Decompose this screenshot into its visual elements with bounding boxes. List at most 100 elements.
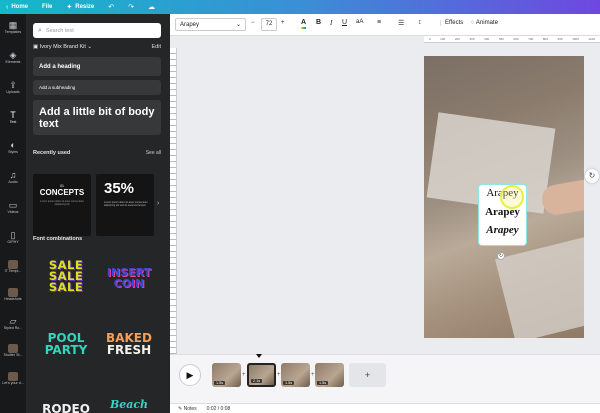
- font-combo-baked-fresh[interactable]: BAKED FRESH: [99, 332, 159, 356]
- recent-template-percent[interactable]: 35% Lorem ipsum dolor sit amet consectet…: [96, 174, 154, 236]
- recent-template-concepts[interactable]: 01 CONCEPTS Lorem ipsum dolor sit amet c…: [33, 174, 91, 236]
- font-combo-sale[interactable]: SALE SALE SALE: [36, 259, 96, 293]
- sidebar-item-giphy[interactable]: ▯ GIPHY: [0, 230, 26, 245]
- bottom-bar: ✎ Notes 0:02 / 0:08: [170, 403, 600, 413]
- bold-button[interactable]: B: [316, 19, 321, 26]
- search-input[interactable]: [45, 27, 156, 34]
- effects-button[interactable]: Effects: [440, 20, 463, 26]
- app-thumbnail: [8, 260, 18, 269]
- sparkle-icon: ✦: [66, 4, 73, 11]
- font-combinations-label: Font combinations: [33, 236, 83, 242]
- add-heading-button[interactable]: Add a heading: [33, 57, 161, 76]
- timeline: ▶ 1.5s + 2.1s + 1.5s + 1.5s +: [170, 354, 600, 403]
- notes-button[interactable]: ✎ Notes: [178, 406, 197, 412]
- sidebar-item-styled[interactable]: ▱ Styled Ro...: [0, 316, 26, 331]
- text-line[interactable]: Arapey: [479, 224, 526, 236]
- font-combo-beach[interactable]: Beach: [99, 399, 159, 410]
- resize-button[interactable]: ✦ Resize: [66, 3, 94, 11]
- ruler-top: 0 100 200 300 400 500 600 700 800 900 10…: [424, 36, 600, 43]
- music-icon: ♫: [9, 170, 17, 180]
- video-icon: ▭: [8, 200, 18, 210]
- chevron-right-icon[interactable]: ›: [157, 200, 159, 207]
- combo-line: FRESH: [106, 343, 152, 357]
- timeline-clip[interactable]: 1.5s: [212, 363, 241, 387]
- font-size-input[interactable]: 72: [261, 18, 277, 31]
- sidebar-item-videos[interactable]: ▭ Videos: [0, 200, 26, 215]
- text-panel: ⌕ ▣ Ivory Mix Brand Kit ⌄ Edit Add a hea…: [26, 14, 195, 413]
- timeline-clip[interactable]: 1.5s: [315, 363, 344, 387]
- sidebar-item-label: Styled Ro...: [3, 326, 23, 330]
- sidebar-item-label: Text: [9, 120, 17, 124]
- add-body-text-button[interactable]: Add a little bit of body text: [33, 100, 161, 135]
- ruler-tick: 1000: [572, 37, 579, 41]
- ruler-tick: 700: [528, 37, 534, 41]
- play-icon: ▶: [186, 370, 194, 380]
- sidebar-item-templates-app[interactable]: IT Templ...: [0, 260, 26, 274]
- align-center-icon[interactable]: ≡: [377, 19, 381, 26]
- sidebar-item-uploads[interactable]: ⇪ Uploads: [0, 80, 26, 95]
- redo-icon: ↷: [128, 4, 134, 11]
- brand-kit-selector[interactable]: ▣ Ivory Mix Brand Kit ⌄: [33, 44, 92, 50]
- combo-line: PARTY: [44, 343, 88, 357]
- sidebar-item-audio[interactable]: ♫ Audio: [0, 170, 26, 185]
- add-page-button[interactable]: +: [349, 363, 386, 387]
- redo-button[interactable]: ↷: [128, 3, 134, 11]
- cloud-icon: ☁: [148, 4, 155, 11]
- sidebar-item-more[interactable]: Let's your d...: [0, 372, 26, 386]
- background-photo-paper: [495, 235, 584, 338]
- undo-button[interactable]: ↶: [108, 3, 114, 11]
- font-family-dropdown[interactable]: Arapey ⌄: [175, 18, 246, 31]
- playhead-marker[interactable]: [256, 354, 262, 358]
- sidebar-item-headshots[interactable]: Headshots: [0, 288, 26, 302]
- rotate-handle-icon[interactable]: ↻: [497, 252, 505, 260]
- increase-font-size-button[interactable]: +: [281, 20, 285, 26]
- add-transition-icon[interactable]: +: [311, 372, 315, 378]
- underline-button[interactable]: U: [342, 19, 347, 26]
- sidebar-item-elements[interactable]: ◈ Elements: [0, 50, 26, 65]
- canvas-area: 0 100 200 300 400 500 600 700 800 900 10…: [170, 36, 600, 354]
- add-subheading-button[interactable]: Add a subheading: [33, 80, 161, 95]
- decrease-font-size-button[interactable]: −: [251, 20, 255, 26]
- sidebar-item-templates[interactable]: ▦ Templates: [0, 20, 26, 35]
- chevron-left-icon: ‹: [6, 3, 9, 11]
- recently-used-header: Recently used See all: [33, 150, 161, 156]
- home-label: Home: [11, 4, 29, 10]
- ruler-tick: 600: [513, 37, 519, 41]
- font-combo-pool-party[interactable]: POOL PARTY: [36, 332, 96, 356]
- chevron-down-icon: ⌄: [235, 22, 241, 28]
- list-icon[interactable]: ☰: [398, 19, 404, 27]
- case-button[interactable]: aA: [356, 19, 363, 25]
- refresh-icon[interactable]: ↻: [585, 169, 599, 183]
- save-status[interactable]: ☁: [148, 3, 155, 11]
- undo-icon: ↶: [108, 4, 115, 11]
- animate-button[interactable]: ◌ Animate: [471, 20, 498, 26]
- edit-brand-kit-link[interactable]: Edit: [152, 44, 161, 50]
- clip-duration: 1.5s: [283, 381, 295, 385]
- home-button[interactable]: ‹ Home: [6, 4, 28, 11]
- sidebar-item-shutter[interactable]: Shutter St...: [0, 344, 26, 358]
- file-menu[interactable]: File: [42, 4, 52, 10]
- search-icon: ⌕: [38, 26, 42, 34]
- ruler-left: [170, 48, 177, 354]
- add-transition-icon[interactable]: +: [242, 372, 246, 378]
- text-color-button[interactable]: A: [301, 19, 307, 29]
- line-spacing-icon[interactable]: ↕: [418, 19, 422, 26]
- see-all-link[interactable]: See all: [146, 150, 161, 156]
- chevron-down-icon: ⌄: [87, 44, 93, 50]
- sidebar-item-text[interactable]: T Text: [0, 110, 26, 125]
- timeline-clip-selected[interactable]: 2.1s: [247, 363, 276, 387]
- italic-button[interactable]: I: [330, 19, 332, 27]
- ruler-tick: 200: [454, 37, 460, 41]
- play-button[interactable]: ▶: [179, 364, 201, 386]
- ruler-tick: 1100: [588, 37, 595, 41]
- playback-time: 0:02 / 0:08: [206, 405, 231, 412]
- font-combo-insert-coin[interactable]: INSERT COIN: [99, 267, 159, 289]
- font-combo-rodeo[interactable]: RODEO: [36, 403, 96, 413]
- text-line[interactable]: Arapey: [479, 206, 526, 218]
- recent-caption: Lorem ipsum dolor sit amet consectetur a…: [40, 200, 84, 206]
- sidebar-item-styles[interactable]: ◐ Styles: [0, 140, 26, 155]
- design-page[interactable]: Arapey Arapey Arapey ↻: [424, 56, 584, 338]
- add-transition-icon[interactable]: +: [277, 372, 281, 378]
- search-box[interactable]: ⌕: [33, 23, 161, 38]
- timeline-clip[interactable]: 1.5s: [281, 363, 310, 387]
